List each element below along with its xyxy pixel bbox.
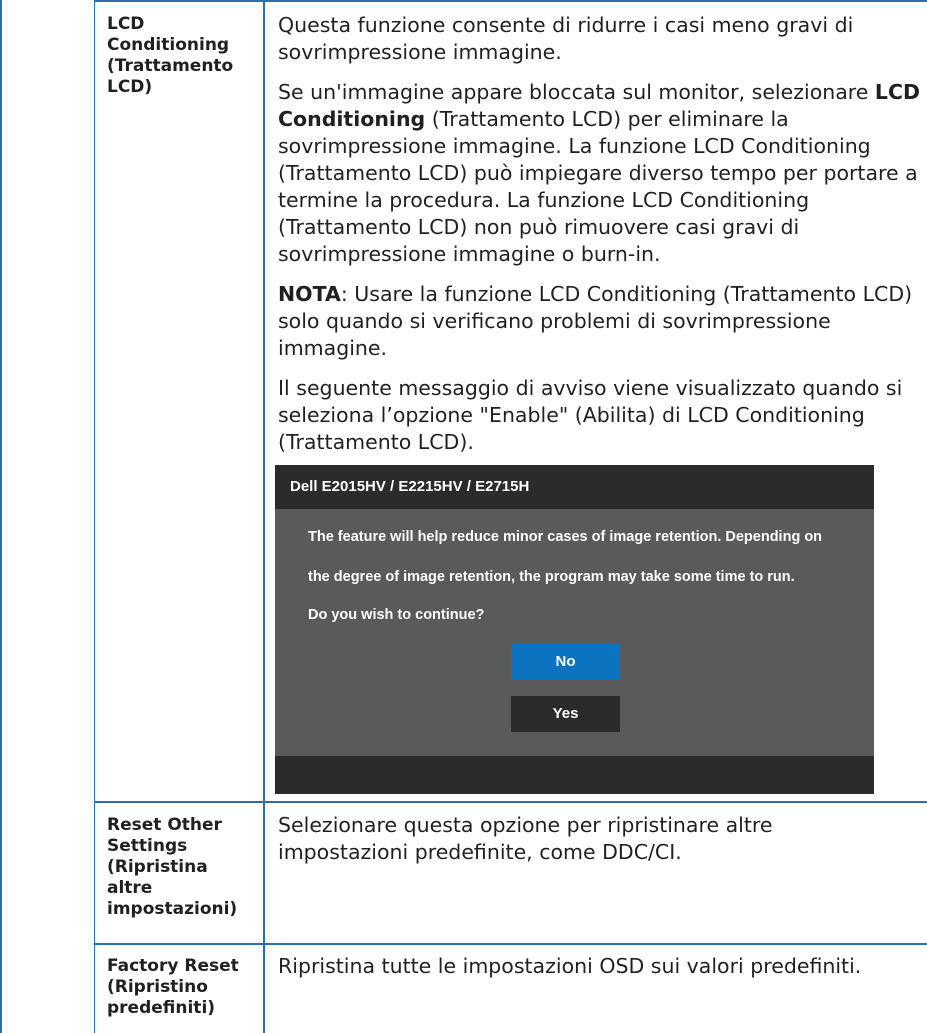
term-line: LCD) (107, 77, 153, 97)
term-factory-reset: Factory Reset (Ripristino predefiniti) (107, 956, 257, 1019)
term-line: Factory Reset (107, 956, 239, 976)
term-line: impostazioni) (107, 899, 238, 919)
usage-text-pre: Se un'immagine appare bloccata sul monit… (278, 80, 875, 104)
term-line: (Trattamento (107, 56, 234, 76)
row-divider (95, 801, 927, 803)
dialog-footer-bar (275, 756, 874, 794)
desc-reset-other-settings: Selezionare questa opzione per ripristin… (278, 812, 878, 866)
term-line: LCD (107, 14, 145, 34)
yes-button: Yes (511, 696, 620, 732)
term-line: altre (107, 878, 153, 898)
term-reset-other-settings: Reset Other Settings (Ripristina altre i… (107, 815, 257, 920)
desc-lcd-conditioning: Questa funzione consente di ridurre i ca… (278, 12, 927, 456)
row-divider (95, 943, 927, 945)
term-lcd-conditioning: LCD Conditioning (Trattamento LCD) (107, 14, 257, 98)
term-line: Settings (107, 836, 188, 856)
table-left-border (94, 0, 95, 1033)
description-text: Selezionare questa opzione per ripristin… (278, 813, 773, 864)
dialog-title: Dell E2015HV / E2215HV / E2715H (275, 465, 874, 509)
no-button: No (511, 644, 620, 680)
warning-intro-paragraph: Il seguente messaggio di avviso viene vi… (278, 376, 903, 454)
term-line: Conditioning (107, 35, 230, 55)
note-label: NOTA (278, 282, 341, 306)
table-top-border (95, 0, 927, 2)
dialog-message-line: the degree of image retention, the progr… (308, 569, 795, 585)
warning-dialog-image: Dell E2015HV / E2215HV / E2715H The feat… (275, 465, 874, 794)
note-paragraph: NOTA: Usare la funzione LCD Conditioning… (278, 281, 927, 362)
dialog-question: Do you wish to continue? (308, 607, 485, 623)
term-line: predefiniti) (107, 998, 216, 1018)
note-text: : Usare la funzione LCD Conditioning (Tr… (278, 282, 913, 360)
page-margin-rule (0, 0, 2, 1033)
dialog-message-line: The feature will help reduce minor cases… (308, 529, 823, 545)
table-column-divider (263, 0, 265, 1033)
desc-factory-reset: Ripristina tutte le impostazioni OSD sui… (278, 953, 927, 980)
term-line: (Ripristino (107, 977, 208, 997)
term-line: Reset Other (107, 815, 222, 835)
term-line: (Ripristina (107, 857, 208, 877)
usage-paragraph: Se un'immagine appare bloccata sul monit… (278, 79, 927, 268)
description-text: Ripristina tutte le impostazioni OSD sui… (278, 954, 862, 978)
intro-paragraph: Questa funzione consente di ridurre i ca… (278, 13, 854, 64)
